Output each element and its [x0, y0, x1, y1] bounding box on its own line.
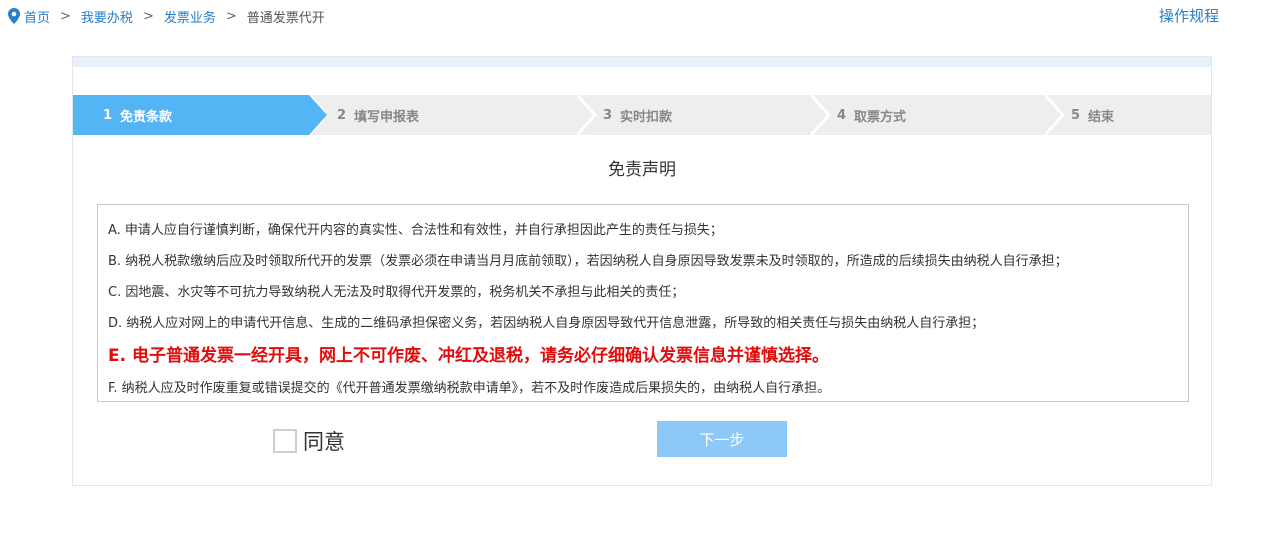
step-label: 免责条款	[120, 109, 173, 125]
breadcrumb: 首页 > 我要办税 > 发票业务 > 普通发票代开	[8, 6, 325, 26]
breadcrumb-separator: >	[60, 8, 71, 24]
operation-rules-link[interactable]: 操作规程	[1159, 5, 1219, 26]
breadcrumb-separator: >	[225, 8, 237, 24]
step-divider-icon	[811, 95, 831, 135]
step-pickup-method: 4 取票方式	[811, 95, 1045, 135]
step-number: 2	[337, 107, 347, 123]
location-pin-icon	[8, 8, 20, 24]
agree-control[interactable]: 同意	[273, 426, 345, 456]
breadcrumb-current: 普通发票代开	[246, 10, 325, 26]
disclaimer-terms-box: A. 申请人应自行谨慎判断，确保代开内容的真实性、合法性和有效性，并自行承担因此…	[97, 204, 1189, 402]
breadcrumb-home[interactable]: 首页	[24, 7, 50, 26]
panel-top-bar	[73, 57, 1211, 67]
step-number: 4	[837, 107, 847, 123]
term-e-warning: E. 电子普通发票一经开具，网上不可作废、冲红及退税，请务必仔细确认发票信息并谨…	[108, 346, 829, 366]
step-payment: 3 实时扣款	[577, 95, 811, 135]
step-fill-form: 2 填写申报表	[309, 95, 577, 135]
step-arrow-active-icon	[307, 95, 327, 135]
step-label: 填写申报表	[354, 109, 420, 125]
agree-checkbox[interactable]	[273, 429, 297, 453]
step-label: 结束	[1088, 109, 1115, 125]
step-number: 3	[603, 107, 613, 123]
step-disclaimer: 1 免责条款	[73, 95, 327, 135]
breadcrumb-separator: >	[142, 8, 154, 24]
breadcrumb-invoice-business[interactable]: 发票业务	[164, 7, 216, 26]
term-d: D. 纳税人应对网上的申请代开信息、生成的二维码承担保密义务，若因纳税人自身原因…	[108, 316, 985, 331]
term-c: C. 因地震、水灾等不可抗力导致纳税人无法及时取得代开发票的，税务机关不承担与此…	[108, 285, 685, 300]
term-a: A. 申请人应自行谨慎判断，确保代开内容的真实性、合法性和有效性，并自行承担因此…	[108, 223, 723, 238]
step-finish: 5 结束	[1045, 95, 1211, 135]
step-number: 1	[103, 107, 113, 123]
agree-label[interactable]: 同意	[303, 426, 345, 456]
next-step-button[interactable]: 下一步	[657, 421, 787, 457]
step-number: 5	[1071, 107, 1081, 123]
step-label: 取票方式	[854, 109, 907, 125]
step-divider-icon	[1045, 95, 1065, 135]
progress-steps: 1 免责条款 2 填写申报表 3 实时扣款 4 取票方式 5 结束	[73, 95, 1211, 135]
breadcrumb-tax-handling[interactable]: 我要办税	[81, 7, 133, 26]
term-f: F. 纳税人应及时作废重复或错误提交的《代开普通发票缴纳税款申请单》，若不及时作…	[108, 381, 831, 396]
main-panel: 1 免责条款 2 填写申报表 3 实时扣款 4 取票方式 5 结束 免责声明 A…	[72, 56, 1212, 486]
disclaimer-title: 免责声明	[608, 160, 676, 180]
step-divider-icon	[577, 95, 597, 135]
step-label: 实时扣款	[620, 109, 673, 125]
term-b: B. 纳税人税款缴纳后应及时领取所代开的发票（发票必须在申请当月月底前领取），若…	[108, 254, 1068, 269]
